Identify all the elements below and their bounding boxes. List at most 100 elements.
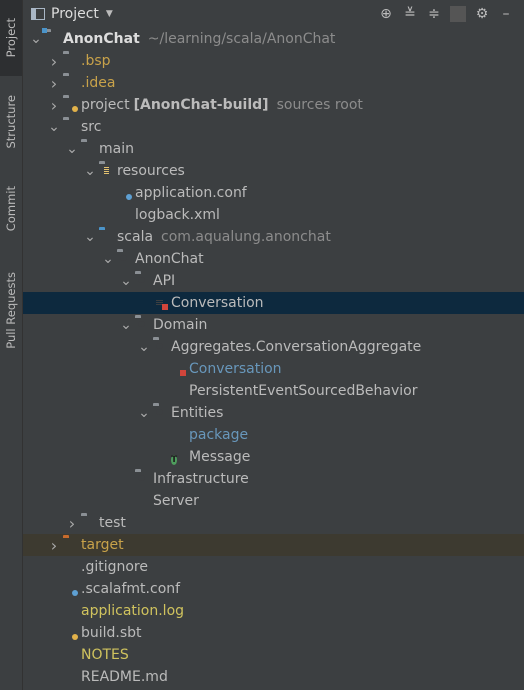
tree-row-anonchat-pkg[interactable]: ⌄ AnonChat xyxy=(23,248,524,270)
tree-item-label: build.sbt xyxy=(81,625,142,641)
scala-object-icon xyxy=(171,384,185,398)
tree-item-label: .bsp xyxy=(81,53,111,69)
collapse-all-icon[interactable]: ≑ xyxy=(426,6,442,22)
tree-row-src[interactable]: ⌄ src xyxy=(23,116,524,138)
tree-item-label: README.md xyxy=(81,669,168,685)
tree-item-label: Infrastructure xyxy=(153,471,249,487)
tree-row-infrastructure[interactable]: Infrastructure xyxy=(23,468,524,490)
tree-row-test[interactable]: › test xyxy=(23,512,524,534)
tree-row-conversation-api[interactable]: Conversation xyxy=(23,292,524,314)
tree-item-label: resources xyxy=(117,163,185,179)
package-icon xyxy=(135,274,149,288)
strip-tab-pull-requests-label: Pull Requests xyxy=(4,271,18,349)
tree-item-label: package xyxy=(189,427,249,443)
toolbar-divider xyxy=(450,6,466,22)
tree-row-application-log[interactable]: application.log xyxy=(23,600,524,622)
chevron-down-icon[interactable]: ⌄ xyxy=(101,251,115,267)
tree-row-gitignore[interactable]: .gitignore xyxy=(23,556,524,578)
tree-row-scala[interactable]: ⌄ scala com.aqualung.anonchat xyxy=(23,226,524,248)
package-icon xyxy=(153,340,167,354)
gitignore-file-icon xyxy=(63,560,77,574)
tree-item-label: AnonChat xyxy=(63,31,140,47)
tree-item-label: PersistentEventSourcedBehavior xyxy=(189,383,418,399)
chevron-down-icon[interactable]: ⌄ xyxy=(83,163,97,179)
scala-file-icon xyxy=(153,296,168,310)
resources-folder-icon xyxy=(99,164,113,178)
location-hint: com.aqualung.anonchat xyxy=(161,229,331,245)
chevron-right-icon[interactable]: › xyxy=(47,536,61,555)
text-file-icon xyxy=(63,648,77,662)
tree-row-api[interactable]: ⌄ API xyxy=(23,270,524,292)
strip-tab-pull-requests[interactable]: Pull Requests xyxy=(0,262,22,358)
folder-icon xyxy=(63,120,77,134)
chevron-down-icon[interactable]: ▼ xyxy=(106,9,113,19)
config-file-icon xyxy=(117,186,132,200)
tree-row-application-conf[interactable]: application.conf xyxy=(23,182,524,204)
chevron-down-icon[interactable]: ⌄ xyxy=(47,119,61,135)
tree-row-aggregates[interactable]: ⌄ Aggregates.ConversationAggregate xyxy=(23,336,524,358)
tree-row-build-sbt[interactable]: build.sbt xyxy=(23,622,524,644)
strip-tab-structure[interactable]: Structure xyxy=(0,84,22,160)
folder-icon xyxy=(81,142,95,156)
tree-row-notes[interactable]: NOTES xyxy=(23,644,524,666)
package-icon xyxy=(135,318,149,332)
tree-row-logback-xml[interactable]: logback.xml xyxy=(23,204,524,226)
tree-row-main[interactable]: ⌄ main xyxy=(23,138,524,160)
tree-row-server[interactable]: Server xyxy=(23,490,524,512)
chevron-down-icon[interactable]: ⌄ xyxy=(137,405,151,421)
tree-row-readme[interactable]: README.md xyxy=(23,666,524,688)
tree-item-label: project xyxy=(81,97,130,113)
scala-file-icon xyxy=(171,362,186,376)
chevron-down-icon[interactable]: ⌄ xyxy=(119,273,133,289)
location-hint: ~/learning/scala/AnonChat xyxy=(147,31,336,47)
scala-trait-icon: T xyxy=(171,455,178,465)
tree-row-scalafmt[interactable]: .scalafmt.conf xyxy=(23,578,524,600)
tree-row-project[interactable]: › project [AnonChat-build] sources root xyxy=(23,94,524,116)
tree-item-label: .idea xyxy=(81,75,116,91)
tree-item-label: Domain xyxy=(153,317,208,333)
strip-tab-structure-label: Structure xyxy=(4,95,18,149)
tree-row-package-obj[interactable]: package xyxy=(23,424,524,446)
strip-tab-project[interactable]: Project xyxy=(0,0,22,76)
chevron-down-icon[interactable]: ⌄ xyxy=(137,339,151,355)
target-icon[interactable]: ⊕ xyxy=(378,6,394,22)
tree-row-resources[interactable]: ⌄ resources xyxy=(23,160,524,182)
chevron-down-icon[interactable]: ⌄ xyxy=(29,31,43,47)
tree-item-label: src xyxy=(81,119,102,135)
project-tree: ⌄ AnonChat ~/learning/scala/AnonChat › .bsp ›… xyxy=(23,28,524,688)
tree-row-message[interactable]: T Message xyxy=(23,446,524,468)
tree-row-entities[interactable]: ⌄ Entities xyxy=(23,402,524,424)
text-file-icon xyxy=(63,604,77,618)
project-header: Project ▼ ⊕ ≚ ≑ ⚙ – xyxy=(23,0,524,28)
chevron-right-icon[interactable]: › xyxy=(65,514,79,533)
folder-icon xyxy=(63,54,77,68)
expand-all-icon[interactable]: ≚ xyxy=(402,6,418,22)
tree-row-anonchat[interactable]: ⌄ AnonChat ~/learning/scala/AnonChat xyxy=(23,28,524,50)
tree-row-idea[interactable]: › .idea xyxy=(23,72,524,94)
chevron-right-icon[interactable]: › xyxy=(47,96,61,115)
chevron-right-icon[interactable]: › xyxy=(47,52,61,71)
tree-item-label: .scalafmt.conf xyxy=(81,581,181,597)
tree-item-label: test xyxy=(99,515,126,531)
tree-row-persistent-esb[interactable]: PersistentEventSourcedBehavior xyxy=(23,380,524,402)
xml-file-icon xyxy=(117,208,131,222)
strip-tab-project-label: Project xyxy=(4,18,18,58)
chevron-down-icon[interactable]: ⌄ xyxy=(83,229,97,245)
package-object-icon xyxy=(171,428,185,442)
strip-tab-commit[interactable]: Commit xyxy=(0,176,22,242)
project-view-title[interactable]: Project xyxy=(51,6,99,22)
scala-object-icon xyxy=(135,494,149,508)
package-icon xyxy=(153,406,167,420)
tree-item-label: application.log xyxy=(81,603,185,619)
tree-row-conversation-agg[interactable]: Conversation xyxy=(23,358,524,380)
chevron-down-icon[interactable]: ⌄ xyxy=(119,317,133,333)
tree-row-target[interactable]: › target xyxy=(23,534,524,556)
hide-icon[interactable]: – xyxy=(498,6,514,22)
chevron-right-icon[interactable]: › xyxy=(47,74,61,93)
package-icon xyxy=(117,252,131,266)
tree-item-label: AnonChat xyxy=(135,251,204,267)
gear-icon[interactable]: ⚙ xyxy=(474,6,490,22)
tree-row-domain[interactable]: ⌄ Domain xyxy=(23,314,524,336)
chevron-down-icon[interactable]: ⌄ xyxy=(65,141,79,157)
tree-row-bsp[interactable]: › .bsp xyxy=(23,50,524,72)
